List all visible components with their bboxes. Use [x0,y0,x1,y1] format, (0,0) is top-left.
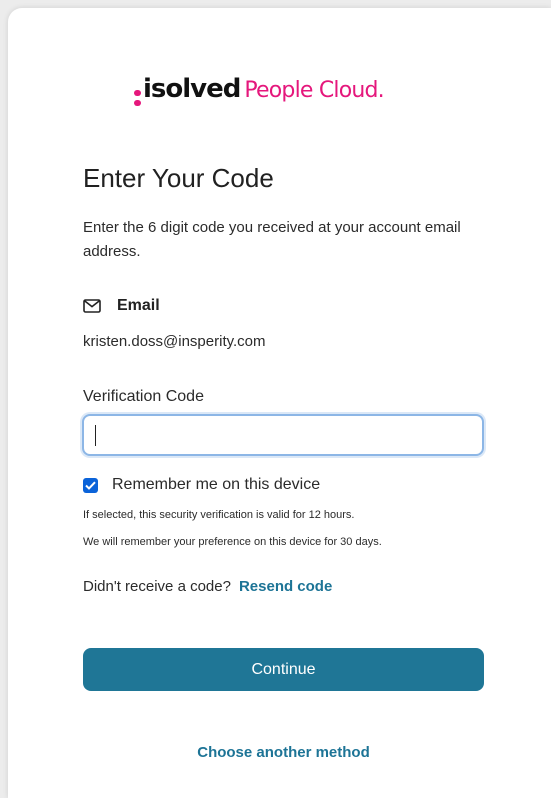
resend-code-link[interactable]: Resend code [239,578,332,595]
isolved-logo: isolved People Cloud. [134,74,385,114]
envelope-icon [83,299,101,313]
logo-brand-text: isolved [143,74,241,104]
page-title: Enter Your Code [83,163,274,193]
email-address: kristen.doss@insperity.com [83,333,266,350]
remember-device-row[interactable]: Remember me on this device [83,476,320,494]
resend-prompt: Didn't receive a code? [83,578,231,595]
resend-row: Didn't receive a code? Resend code [83,578,332,595]
remember-checkbox[interactable] [83,477,98,493]
text-caret [95,425,96,446]
logo-dots-icon [134,90,141,106]
verification-code-label: Verification Code [83,388,204,405]
instructions-text: Enter the 6 digit code you received at y… [83,219,461,260]
verification-code-input[interactable] [82,414,484,456]
remember-note-validity: If selected, this security verification … [83,509,355,521]
choose-another-method-link[interactable]: Choose another method [83,744,484,761]
checkmark-icon [85,481,96,490]
logo-product-text: People Cloud. [244,78,384,103]
remember-label: Remember me on this device [112,476,321,493]
continue-button[interactable]: Continue [83,648,484,691]
method-label: Email [117,297,160,314]
remember-note-preference: We will remember your preference on this… [83,536,382,548]
verification-method: Email [83,297,160,315]
login-card: isolved People Cloud. Enter Your Code En… [8,8,551,798]
